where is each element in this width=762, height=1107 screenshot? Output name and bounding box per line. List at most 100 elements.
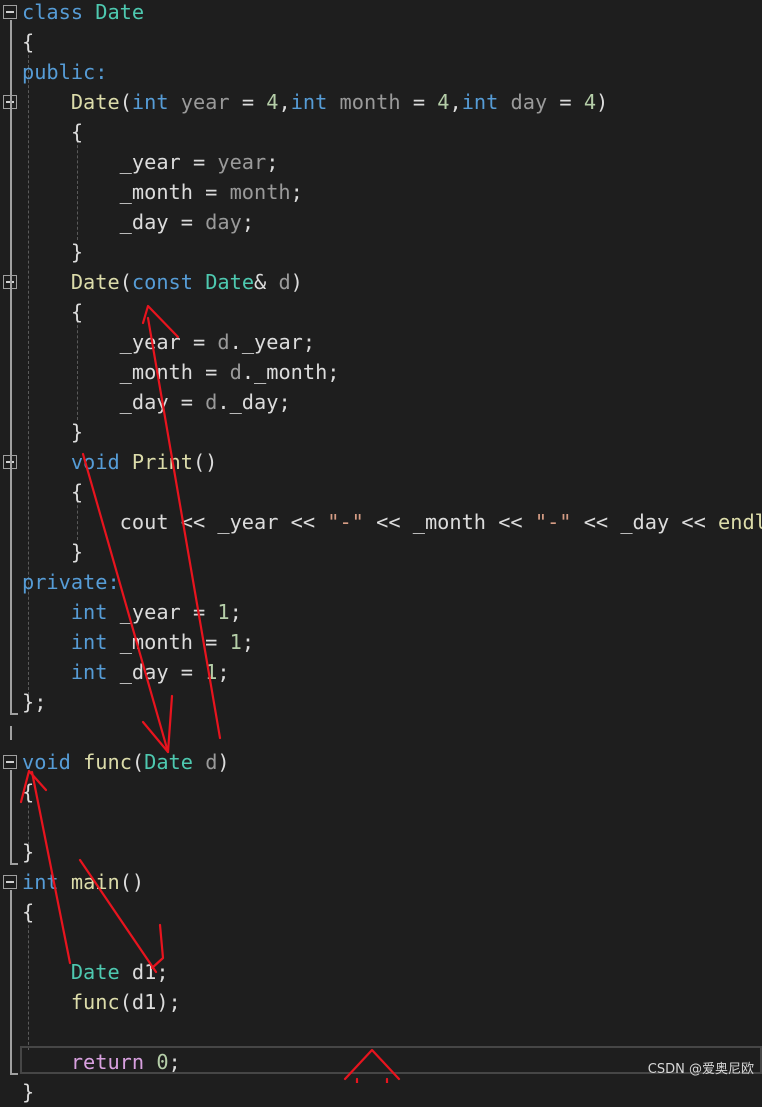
code-token: 0 — [156, 1050, 169, 1074]
code-line[interactable]: int _day = 1; — [0, 657, 762, 687]
code-line-text: int _month = 1; — [22, 627, 254, 657]
code-token: _year — [22, 330, 181, 354]
code-line[interactable]: Date(int year = 4,int month = 4,int day … — [0, 87, 762, 117]
code-token: public: — [22, 60, 108, 84]
code-line-text: int _day = 1; — [22, 657, 230, 687]
code-token: _month = — [107, 630, 230, 654]
code-line[interactable]: _year = d._year; — [0, 327, 762, 357]
code-line[interactable] — [0, 1017, 762, 1047]
code-token: () — [119, 870, 145, 894]
code-line[interactable]: { — [0, 27, 762, 57]
code-line[interactable] — [0, 807, 762, 837]
code-line[interactable]: private: — [0, 567, 762, 597]
code-line[interactable] — [0, 927, 762, 957]
code-token: _day — [22, 390, 169, 414]
code-token: Date — [205, 270, 255, 294]
code-token: d — [205, 390, 218, 414]
code-line[interactable] — [0, 717, 762, 747]
code-token: { — [22, 120, 84, 144]
code-line[interactable]: }; — [0, 687, 762, 717]
code-token: 4 — [266, 90, 279, 114]
code-line[interactable]: } — [0, 417, 762, 447]
code-line[interactable]: func(d1); — [0, 987, 762, 1017]
code-token: ; — [241, 210, 255, 234]
code-line[interactable]: _year = year; — [0, 147, 762, 177]
code-line[interactable]: _day = day; — [0, 207, 762, 237]
code-line[interactable]: Date(const Date& d) — [0, 267, 762, 297]
code-token: ( — [119, 270, 132, 294]
code-line[interactable]: { — [0, 297, 762, 327]
code-token: d — [217, 330, 230, 354]
code-line[interactable]: { — [0, 897, 762, 927]
code-token: Date — [70, 270, 120, 294]
code-token: day — [510, 90, 548, 114]
code-line-text: Date(int year = 4,int month = 4,int day … — [22, 87, 608, 117]
code-line-text: public: — [22, 57, 107, 87]
code-token: = — [192, 180, 230, 204]
code-token: ; — [241, 630, 255, 654]
code-line[interactable]: } — [0, 837, 762, 867]
code-token: = — [180, 150, 218, 174]
code-line[interactable]: int main() — [0, 867, 762, 897]
code-token: 4 — [437, 90, 450, 114]
code-token: 1 — [217, 600, 230, 624]
code-line-text: }; — [22, 687, 46, 717]
code-line[interactable]: { — [0, 777, 762, 807]
code-token: _month — [22, 360, 193, 384]
code-line[interactable]: { — [0, 117, 762, 147]
code-token: int — [461, 90, 499, 114]
code-token: } — [22, 1080, 35, 1104]
code-line[interactable]: { — [0, 477, 762, 507]
code-line-text: { — [22, 477, 83, 507]
code-line-text: int _year = 1; — [22, 597, 242, 627]
code-token: year — [180, 90, 230, 114]
code-line-text: } — [22, 837, 34, 867]
code-line[interactable]: cout << _year << "-" << _month << "-" <<… — [0, 507, 762, 537]
code-token: endl — [718, 510, 762, 534]
code-line-text: } — [22, 1077, 34, 1107]
code-token: = — [229, 90, 267, 114]
code-token: = — [180, 330, 218, 354]
code-editor[interactable]: class Date{public: Date(int year = 4,int… — [0, 0, 762, 1104]
code-line[interactable]: int _month = 1; — [0, 627, 762, 657]
code-token: return — [70, 1050, 145, 1074]
code-line[interactable]: } — [0, 237, 762, 267]
code-token: "-" — [327, 510, 364, 534]
code-line[interactable]: class Date — [0, 0, 762, 27]
code-line[interactable]: _month = month; — [0, 177, 762, 207]
code-line[interactable]: _month = d._month; — [0, 357, 762, 387]
code-line-text: _year = d._year; — [22, 327, 315, 357]
code-token: func — [70, 990, 120, 1014]
code-token: ; — [266, 150, 279, 174]
code-line[interactable]: _day = d._day; — [0, 387, 762, 417]
code-token: private: — [22, 570, 120, 594]
code-line[interactable]: Date d1; — [0, 957, 762, 987]
code-line[interactable]: } — [0, 1077, 762, 1107]
code-token: }; — [22, 690, 47, 714]
csdn-watermark: CSDN @爱奥尼欧 — [647, 1062, 754, 1077]
code-token: ._year; — [229, 330, 316, 354]
code-token: _year = — [107, 600, 218, 624]
code-token: << _month << — [363, 510, 535, 534]
code-line[interactable]: } — [0, 537, 762, 567]
code-line-text: _month = month; — [22, 177, 303, 207]
code-token: } — [22, 840, 35, 864]
code-line-text: } — [22, 537, 83, 567]
code-token: = — [168, 390, 206, 414]
code-line[interactable]: void Print() — [0, 447, 762, 477]
code-token: month — [229, 180, 291, 204]
code-line[interactable]: void func(Date d) — [0, 747, 762, 777]
code-line[interactable]: public: — [0, 57, 762, 87]
code-token: int — [22, 870, 59, 894]
code-line[interactable]: int _year = 1; — [0, 597, 762, 627]
